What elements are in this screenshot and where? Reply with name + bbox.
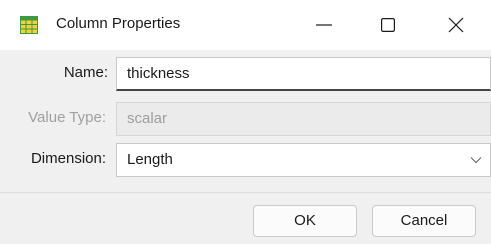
title-bar[interactable]: Column Properties <box>0 0 491 50</box>
close-button[interactable] <box>421 0 491 50</box>
minimize-button[interactable] <box>292 0 356 50</box>
value-type-label: Value Type: <box>28 109 106 126</box>
dimension-value: Length <box>127 151 173 168</box>
maximize-icon <box>381 18 395 32</box>
window-title: Column Properties <box>56 15 181 32</box>
separator <box>0 192 491 193</box>
ok-button[interactable]: OK <box>253 205 357 237</box>
name-input[interactable]: thickness <box>116 57 491 91</box>
maximize-button[interactable] <box>356 0 420 50</box>
dimension-select[interactable]: Length <box>116 143 491 177</box>
chevron-down-icon <box>470 157 482 164</box>
value-type-field: scalar <box>116 102 491 136</box>
dimension-label: Dimension: <box>30 150 106 167</box>
column-properties-dialog: Column Properties Name: thickness Value … <box>0 0 491 244</box>
table-grid-icon <box>20 16 38 34</box>
name-label: Name: <box>63 64 108 81</box>
cancel-button[interactable]: Cancel <box>372 205 476 237</box>
close-icon <box>448 17 464 33</box>
minimize-icon <box>316 24 332 26</box>
